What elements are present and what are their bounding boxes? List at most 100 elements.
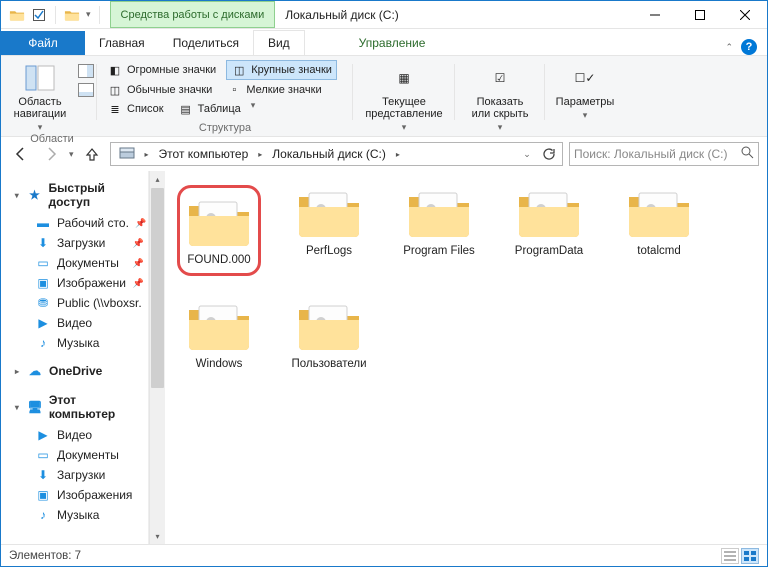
window-controls xyxy=(632,1,767,28)
file-list[interactable]: FOUND.000 PerfLogs Program Files ProgramDat… xyxy=(165,171,767,544)
view-small-icons[interactable]: ▫Мелкие значки xyxy=(222,81,325,99)
icons-large-icon: ◫ xyxy=(231,62,247,78)
folder-item[interactable]: PerfLogs xyxy=(287,185,371,276)
folder-item[interactable]: Windows xyxy=(177,298,261,371)
preview-pane-icon[interactable] xyxy=(78,64,94,81)
layout-overflow-caret[interactable]: ▾ xyxy=(251,100,260,118)
search-input[interactable]: Поиск: Локальный диск (C:) xyxy=(569,142,759,166)
sidebar-item-videos[interactable]: ▶Видео xyxy=(5,313,148,333)
collapse-ribbon-icon[interactable]: ⌃ xyxy=(725,42,733,53)
list-icon: ≣ xyxy=(107,101,123,117)
sidebar-item-documents[interactable]: ▭Документы📌 xyxy=(5,253,148,273)
scroll-thumb[interactable] xyxy=(151,188,164,388)
minimize-button[interactable] xyxy=(632,1,677,29)
folder-icon xyxy=(405,185,473,241)
tab-share[interactable]: Поделиться xyxy=(159,31,253,55)
back-button[interactable] xyxy=(9,142,33,166)
picture-icon: ▣ xyxy=(35,275,51,291)
music-icon: ♪ xyxy=(35,507,51,523)
scroll-down-icon[interactable]: ▾ xyxy=(150,528,165,544)
folder-label: totalcmd xyxy=(637,245,680,258)
status-bar: Элементов: 7 xyxy=(1,544,767,566)
tab-file[interactable]: Файл xyxy=(1,31,85,55)
network-folder-icon: ⛃ xyxy=(35,295,51,311)
current-view-button[interactable]: ▦ Текущее представление▾ xyxy=(359,60,449,133)
folder-item[interactable]: FOUND.000 xyxy=(177,185,261,276)
breadcrumb-drive[interactable]: Локальный диск (C:) xyxy=(266,143,392,165)
options-icon: ☐✓ xyxy=(569,62,601,94)
video-icon: ▶ xyxy=(35,315,51,331)
breadcrumb[interactable]: ▸ Этот компьютер ▸ Локальный диск (C:) ▸… xyxy=(110,142,563,166)
history-caret[interactable]: ▾ xyxy=(69,149,74,160)
help-icon[interactable]: ? xyxy=(741,39,757,55)
status-count: Элементов: 7 xyxy=(9,550,81,562)
sidebar-item-music-pc[interactable]: ♪Музыка xyxy=(5,505,148,525)
view-large-icons[interactable]: ◫Крупные значки xyxy=(226,60,337,80)
folder-item[interactable]: totalcmd xyxy=(617,185,701,276)
contextual-tab-header: Средства работы с дисками xyxy=(110,1,276,28)
sidebar-scrollbar[interactable]: ▴ ▾ xyxy=(149,171,165,544)
video-icon: ▶ xyxy=(35,427,51,443)
chevron-right-icon[interactable]: ▸ xyxy=(392,150,404,159)
navigation-pane-button[interactable]: Область навигации ▾ xyxy=(10,60,70,133)
close-button[interactable] xyxy=(722,1,767,29)
chevron-right-icon[interactable]: ▸ xyxy=(254,150,266,159)
tab-manage[interactable]: Управление xyxy=(345,31,440,55)
tab-view[interactable]: Вид xyxy=(253,30,305,55)
sidebar-item-pictures-pc[interactable]: ▣Изображения xyxy=(5,485,148,505)
sidebar-item-downloads[interactable]: ⬇Загрузки📌 xyxy=(5,233,148,253)
details-pane-icon[interactable] xyxy=(78,83,94,100)
folder-item[interactable]: ProgramData xyxy=(507,185,591,276)
sidebar-item-documents-pc[interactable]: ▭Документы xyxy=(5,445,148,465)
view-list[interactable]: ≣Список xyxy=(103,100,168,118)
star-icon: ★ xyxy=(27,187,43,203)
document-icon: ▭ xyxy=(35,255,51,271)
show-hide-icon: ☑ xyxy=(484,62,516,94)
view-icons-button[interactable] xyxy=(741,548,759,564)
current-view-icon: ▦ xyxy=(388,62,420,94)
sidebar-quick-access[interactable]: ▾★Быстрый доступ xyxy=(5,177,148,213)
folder-label: PerfLogs xyxy=(306,245,352,258)
view-details-button[interactable] xyxy=(721,548,739,564)
sidebar-onedrive[interactable]: ▸☁OneDrive xyxy=(5,359,148,383)
sidebar-this-pc[interactable]: ▾🖥Этот компьютер xyxy=(5,389,148,425)
options-button[interactable]: ☐✓ Параметры▾ xyxy=(551,60,619,121)
tab-home[interactable]: Главная xyxy=(85,31,159,55)
folder-item[interactable]: Program Files xyxy=(397,185,481,276)
breadcrumb-this-pc[interactable]: Этот компьютер xyxy=(153,143,255,165)
maximize-button[interactable] xyxy=(677,1,722,29)
view-medium-icons[interactable]: ◫Обычные значки xyxy=(103,81,216,99)
sidebar-item-pictures[interactable]: ▣Изображени📌 xyxy=(5,273,148,293)
title-bar: ▾ Средства работы с дисками Локальный ди… xyxy=(1,1,767,29)
picture-icon: ▣ xyxy=(35,487,51,503)
ribbon: Область навигации ▾ Области ◧Огромные зн… xyxy=(1,55,767,137)
address-bar: ▾ ▸ Этот компьютер ▸ Локальный диск (C:)… xyxy=(1,137,767,171)
navigation-pane: ▾★Быстрый доступ ▬Рабочий сто.📌 ⬇Загрузк… xyxy=(1,171,149,544)
folder-item[interactable]: Пользователи xyxy=(287,298,371,371)
sidebar-item-public[interactable]: ⛃Public (\\vboxsr. xyxy=(5,293,148,313)
folder-icon xyxy=(64,7,80,23)
address-history-caret[interactable]: ⌄ xyxy=(516,143,538,165)
folder-icon xyxy=(185,194,253,250)
refresh-button[interactable] xyxy=(538,143,560,165)
qat-menu-caret[interactable]: ▾ xyxy=(86,9,91,20)
drive-icon xyxy=(119,147,135,161)
scroll-up-icon[interactable]: ▴ xyxy=(150,171,165,187)
view-table[interactable]: ▤Таблица xyxy=(174,100,245,118)
sidebar-item-downloads-pc[interactable]: ⬇Загрузки xyxy=(5,465,148,485)
sidebar-item-desktop[interactable]: ▬Рабочий сто.📌 xyxy=(5,213,148,233)
folder-label: Program Files xyxy=(403,245,475,258)
desktop-icon: ▬ xyxy=(35,215,51,231)
sidebar-item-videos-pc[interactable]: ▶Видео xyxy=(5,425,148,445)
sidebar-item-music[interactable]: ♪Музыка xyxy=(5,333,148,353)
chevron-right-icon[interactable]: ▸ xyxy=(141,150,153,159)
folder-icon xyxy=(185,298,253,354)
folder-label: Пользователи xyxy=(291,358,366,371)
quick-access-toolbar: ▾ xyxy=(1,1,110,28)
forward-button[interactable] xyxy=(39,142,63,166)
download-icon: ⬇ xyxy=(35,235,51,251)
show-hide-button[interactable]: ☑ Показать или скрыть▾ xyxy=(461,60,539,133)
up-button[interactable] xyxy=(80,142,104,166)
view-huge-icons[interactable]: ◧Огромные значки xyxy=(103,60,220,80)
checkbox-icon[interactable] xyxy=(31,7,47,23)
